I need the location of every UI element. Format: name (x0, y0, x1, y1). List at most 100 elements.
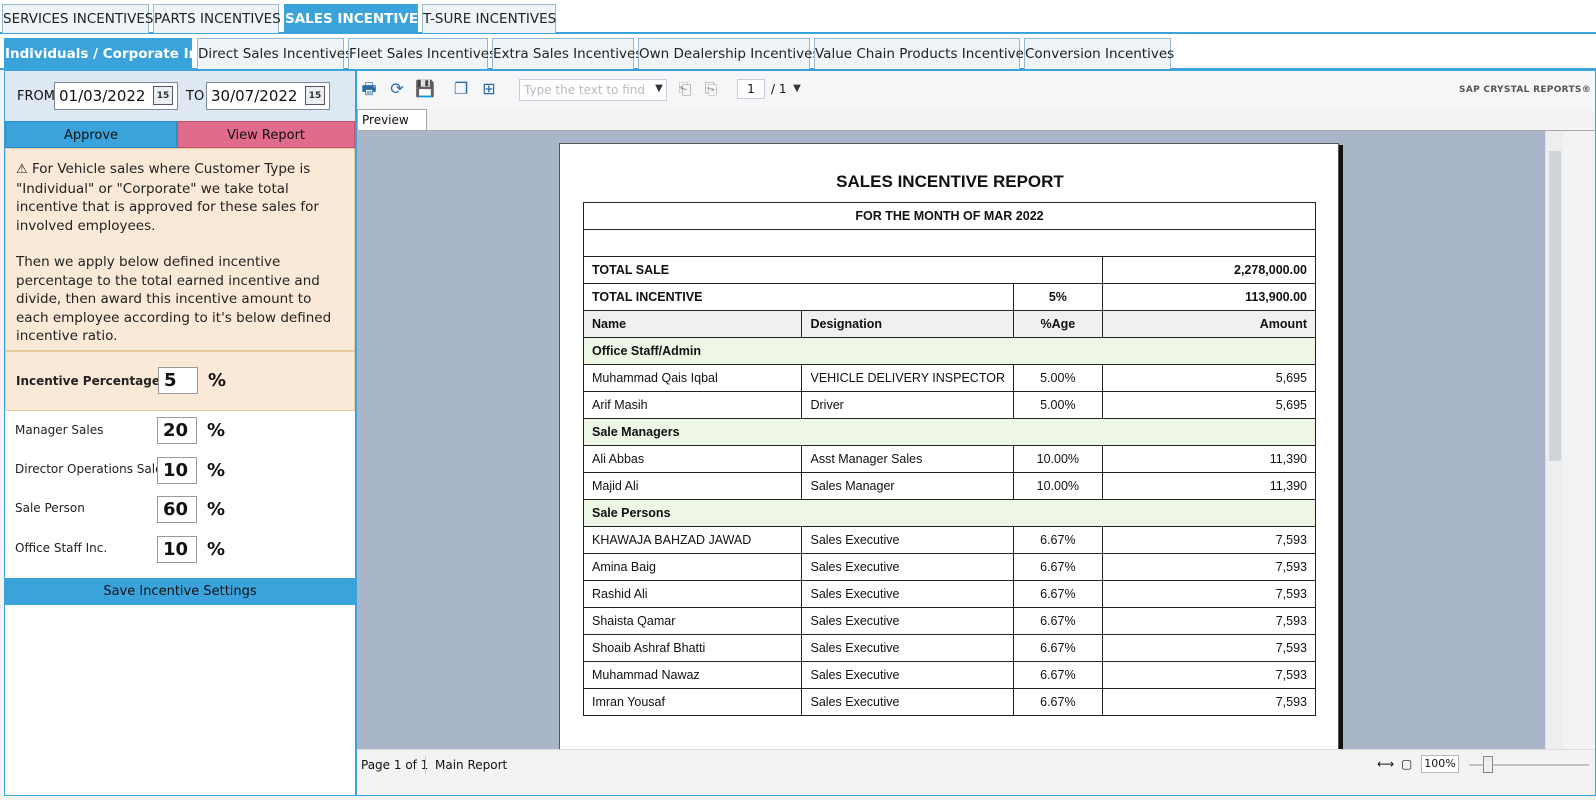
table-row: Muhammad Nawaz Sales Executive 6.67% 7,593 (582, 661, 1317, 689)
cell-name: Amina Baig (582, 553, 803, 581)
tab-conversion[interactable]: Conversion Incentives (1024, 38, 1174, 69)
cell-amount: 11,390 (1101, 472, 1317, 500)
copy-icon[interactable]: ❐ (451, 79, 471, 99)
zoom-slider-thumb[interactable] (1483, 756, 1493, 773)
approve-button[interactable]: Approve (5, 121, 177, 148)
scrollbar-thumb[interactable] (1549, 151, 1561, 461)
note-paragraph-1: For Vehicle sales where Customer Type is… (16, 161, 319, 234)
manager-sales-label: Manager Sales (15, 423, 104, 437)
calendar-icon[interactable]: 15 (305, 86, 325, 105)
cell-designation: Sales Executive (801, 580, 1014, 608)
cell-name: KHAWAJA BAHZAD JAWAD (582, 526, 803, 554)
status-report: Main Report (435, 758, 508, 772)
zoom-level[interactable]: 100% (1421, 755, 1459, 773)
total-sale-label: TOTAL SALE (583, 256, 1103, 284)
director-ops-input[interactable]: 10 (157, 457, 197, 484)
cell-name: Shaista Qamar (582, 607, 803, 635)
header-pct: %Age (1013, 310, 1103, 338)
tab-value-chain[interactable]: Value Chain Products Incentives (814, 38, 1031, 69)
top-tab-bar: SERVICES INCENTIVES PARTS INCENTIVES SAL… (0, 0, 1596, 34)
report-title: SALES INCENTIVE REPORT (836, 172, 1064, 191)
tab-fleet-sales[interactable]: Fleet Sales Incentives (348, 38, 496, 69)
whole-page-icon[interactable]: ▢ (1401, 757, 1412, 771)
warning-icon: ⚠ (16, 162, 28, 177)
manager-sales-input[interactable]: 20 (157, 417, 197, 444)
cell-pct: 10.00% (1013, 472, 1103, 500)
vertical-scrollbar[interactable] (1545, 131, 1563, 749)
prev-page-icon[interactable]: ⎗ (675, 79, 695, 99)
calendar-icon[interactable]: 15 (153, 86, 173, 105)
tab-tsure-incentives[interactable]: T-SURE INCENTIVES (422, 4, 556, 33)
tab-own-dealership[interactable]: Own Dealership Incentives (638, 38, 820, 69)
cell-name: Ali Abbas (582, 445, 803, 473)
tab-extra-sales[interactable]: Extra Sales Incentives (492, 38, 642, 69)
group-tree-icon[interactable]: ⊞ (479, 79, 499, 99)
table-row: Shoaib Ashraf Bhatti Sales Executive 6.67%… (582, 634, 1317, 662)
header-designation: Designation (801, 310, 1014, 338)
report-page: SALES INCENTIVE REPORT FOR THE MONTH OF … (559, 143, 1339, 749)
sub-tab-bar: Individuals / Corporate Inc. Direct Sale… (0, 34, 1596, 70)
status-divider (425, 756, 426, 774)
sale-person-input[interactable]: 60 (157, 496, 197, 523)
cell-amount: 7,593 (1101, 607, 1317, 635)
find-text-input[interactable]: Type the text to find (519, 79, 667, 101)
print-icon[interactable]: 🖶 (359, 79, 379, 99)
tab-parts-incentives[interactable]: PARTS INCENTIVES (153, 4, 281, 33)
refresh-icon[interactable]: ⟳ (387, 79, 407, 99)
cell-amount: 7,593 (1101, 580, 1317, 608)
tab-sales-incentives[interactable]: SALES INCENTIVES (284, 4, 428, 33)
total-incentive-value: 113,900.00 (1101, 283, 1317, 311)
cell-name: Muhammad Nawaz (582, 661, 803, 689)
cell-designation: Driver (801, 391, 1014, 419)
table-row: Amina Baig Sales Executive 6.67% 7,593 (582, 553, 1317, 581)
find-dropdown-icon[interactable]: ▼ (649, 79, 669, 99)
report-canvas: SALES INCENTIVE REPORT FOR THE MONTH OF … (357, 131, 1545, 749)
tab-services-incentives[interactable]: SERVICES INCENTIVES (2, 4, 153, 33)
cell-amount: 7,593 (1101, 526, 1317, 554)
preview-tab[interactable]: Preview (357, 109, 427, 131)
tab-individuals-corporate[interactable]: Individuals / Corporate Inc. (4, 38, 211, 69)
page-number-input[interactable]: 1 (737, 79, 765, 99)
table-row: Ali Abbas Asst Manager Sales 10.00% 11,390 (582, 445, 1317, 473)
incentive-percentage-input[interactable]: 5 (158, 367, 198, 394)
page-dropdown-icon[interactable]: ▼ (787, 79, 807, 99)
cell-designation: Sales Executive (801, 688, 1014, 716)
viewer-toolbar: 🖶 ⟳ 💾 ❐ ⊞ Type the text to find ▼ ⎗ ⎘ 1 … (357, 71, 1595, 109)
cell-designation: Asst Manager Sales (801, 445, 1014, 473)
page-width-icon[interactable]: ⟷ (1377, 757, 1394, 771)
percent-sign: % (207, 420, 226, 441)
cell-amount: 7,593 (1101, 688, 1317, 716)
table-row: Imran Yousaf Sales Executive 6.67% 7,593 (582, 688, 1317, 716)
table-row: Shaista Qamar Sales Executive 6.67% 7,593 (582, 607, 1317, 635)
cell-amount: 7,593 (1101, 661, 1317, 689)
cell-name: Majid Ali (582, 472, 803, 500)
group-name: Office Staff/Admin (583, 337, 1316, 365)
group-name: Sale Managers (583, 418, 1316, 446)
cell-name: Imran Yousaf (582, 688, 803, 716)
page-total: / 1 (771, 82, 787, 96)
settings-panel: FROM 01/03/2022 15 TO 30/07/2022 15 Appr… (4, 70, 356, 796)
from-label: FROM (17, 89, 55, 104)
next-page-icon[interactable]: ⎘ (701, 79, 721, 99)
table-row: KHAWAJA BAHZAD JAWAD Sales Executive 6.67%… (582, 526, 1317, 554)
crystal-reports-logo: SAP CRYSTAL REPORTS® (1459, 85, 1591, 95)
cell-pct: 6.67% (1013, 580, 1103, 608)
to-date-input[interactable]: 30/07/2022 15 (206, 82, 330, 110)
group-row: Sale Managers (583, 418, 1316, 446)
cell-designation: VEHICLE DELIVERY INSPECTOR (801, 364, 1014, 392)
export-icon[interactable]: 💾 (415, 79, 435, 99)
percent-sign: % (208, 370, 227, 391)
status-page: Page 1 of 1 (361, 758, 429, 772)
report-table: FOR THE MONTH OF MAR 2022 TOTAL SALE 2,2… (582, 202, 1317, 716)
group-name: Sale Persons (583, 499, 1316, 527)
incentive-percentage-section: Incentive Percentage 5 % (5, 351, 355, 411)
office-staff-input[interactable]: 10 (157, 536, 197, 563)
tab-direct-sales[interactable]: Direct Sales Incentives (197, 38, 352, 69)
incentive-percentage-label: Incentive Percentage (16, 374, 160, 388)
from-date-input[interactable]: 01/03/2022 15 (54, 82, 178, 110)
view-report-button[interactable]: View Report (177, 121, 355, 148)
cell-name: Rashid Ali (582, 580, 803, 608)
save-incentive-settings-button[interactable]: Save Incentive Settings (5, 578, 355, 605)
cell-pct: 6.67% (1013, 607, 1103, 635)
cell-designation: Sales Executive (801, 607, 1014, 635)
